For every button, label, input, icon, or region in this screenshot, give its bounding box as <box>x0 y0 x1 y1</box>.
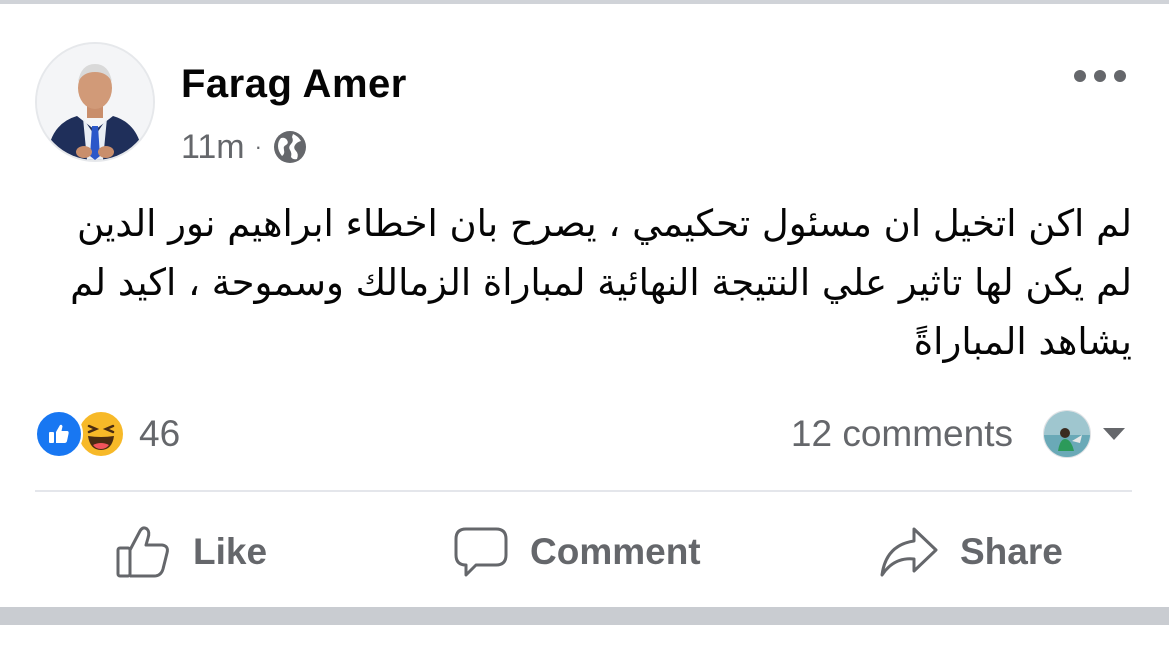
reaction-count: 46 <box>139 413 181 454</box>
next-feed-area <box>0 625 1169 648</box>
share-arrow-icon <box>880 527 938 577</box>
action-divider <box>35 490 1132 492</box>
globe-icon[interactable] <box>272 129 308 165</box>
post-timestamp[interactable]: 11m <box>181 128 245 167</box>
comment-label: Comment <box>530 531 701 572</box>
caret-down-icon[interactable] <box>1099 419 1129 449</box>
commenter-avatar[interactable] <box>1043 410 1091 458</box>
like-label: Like <box>193 531 268 572</box>
author-name[interactable]: Farag Amer <box>181 62 407 107</box>
like-reaction-icon <box>35 410 83 458</box>
feed-post: Farag Amer 11m · لم اكن اتخيل ان مسئول ت… <box>0 4 1169 607</box>
meta-separator: · <box>254 134 262 159</box>
reactions-summary[interactable]: 46 <box>35 408 180 460</box>
haha-reaction-icon <box>77 410 125 458</box>
like-button[interactable]: Like <box>115 512 267 592</box>
thumbs-up-icon <box>116 526 169 578</box>
comment-bubble-icon <box>454 527 508 577</box>
comment-button[interactable]: Comment <box>452 512 701 592</box>
share-button[interactable]: Share <box>878 512 1063 592</box>
share-label: Share <box>960 531 1063 572</box>
comments-count[interactable]: 12 comments <box>791 413 1013 455</box>
more-horizontal-icon <box>1074 70 1126 82</box>
comments-summary: 12 comments <box>791 408 1129 460</box>
author-avatar[interactable] <box>35 42 155 162</box>
post-meta: 11m · <box>181 126 308 168</box>
feed-bottom-border <box>0 607 1169 625</box>
author-photo <box>37 44 153 160</box>
more-options-button[interactable] <box>1068 58 1132 94</box>
post-text: لم اكن اتخيل ان مسئول تحكيمي ، يصرح بان … <box>70 202 1132 363</box>
post-actions: Like Comment Share <box>35 512 1132 592</box>
